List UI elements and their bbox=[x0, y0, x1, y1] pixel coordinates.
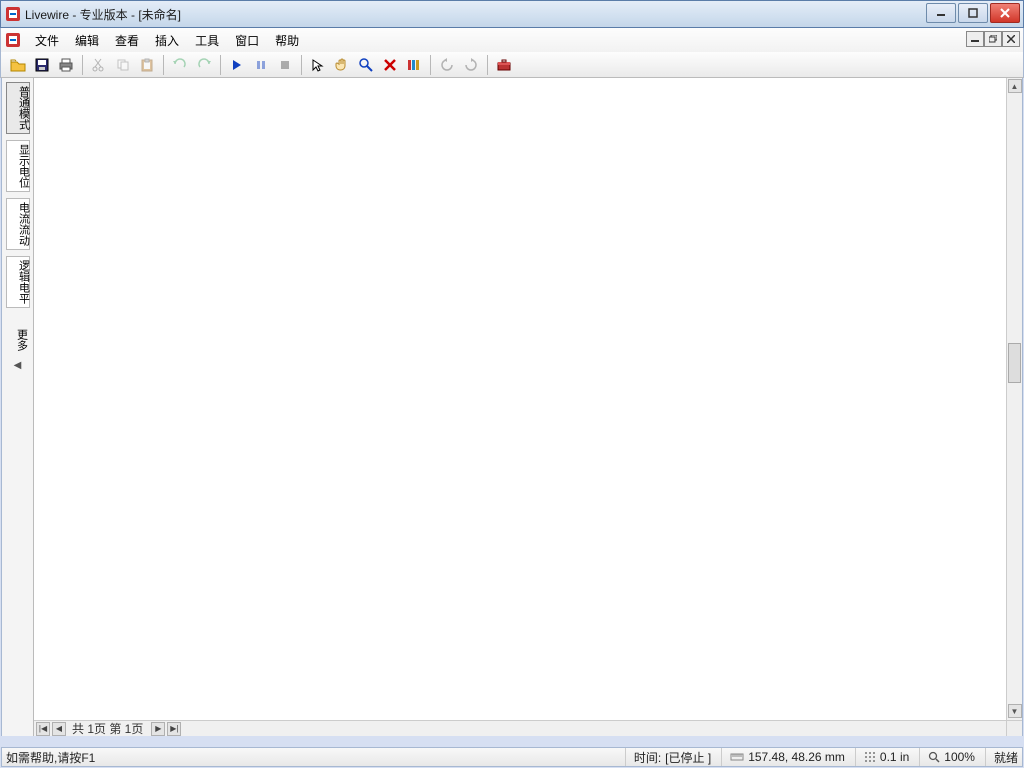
mdi-minimize-button[interactable] bbox=[966, 31, 984, 47]
menu-file[interactable]: 文件 bbox=[27, 30, 67, 51]
palette-voltage-mode[interactable]: 显示电位 bbox=[6, 140, 30, 192]
pointer-tool[interactable] bbox=[307, 54, 329, 76]
cut-button[interactable] bbox=[88, 54, 110, 76]
menu-insert[interactable]: 插入 bbox=[147, 30, 187, 51]
close-button[interactable] bbox=[990, 3, 1020, 23]
toolbar bbox=[0, 52, 1024, 78]
pan-tool[interactable] bbox=[331, 54, 353, 76]
scroll-thumb[interactable] bbox=[1008, 343, 1021, 383]
next-page-button[interactable]: ▶ bbox=[151, 722, 165, 736]
horizontal-scrollbar[interactable]: |◀ ◀ 共 1页 第 1页 ▶ ▶| bbox=[34, 720, 1006, 736]
ruler-icon bbox=[730, 751, 744, 763]
paste-button[interactable] bbox=[136, 54, 158, 76]
scroll-up-arrow[interactable]: ▲ bbox=[1008, 79, 1022, 93]
status-zoom-value: 100% bbox=[944, 750, 975, 764]
statusbar: 如需帮助,请按F1 时间: [已停止 ] 157.48, 48.26 mm 0.… bbox=[1, 747, 1023, 767]
prev-page-button[interactable]: ◀ bbox=[52, 722, 66, 736]
copy-button[interactable] bbox=[112, 54, 134, 76]
menu-help[interactable]: 帮助 bbox=[267, 30, 307, 51]
status-time: 时间: [已停止 ] bbox=[625, 748, 711, 766]
menu-view[interactable]: 查看 bbox=[107, 30, 147, 51]
redo-button[interactable] bbox=[193, 54, 215, 76]
palette-logic-mode[interactable]: 逻辑电平 bbox=[6, 256, 30, 308]
print-button[interactable] bbox=[55, 54, 77, 76]
status-grid: 0.1 in bbox=[855, 748, 909, 766]
status-time-label: 时间: bbox=[634, 749, 661, 766]
menu-edit[interactable]: 编辑 bbox=[67, 30, 107, 51]
mdi-close-button[interactable] bbox=[1002, 31, 1020, 47]
mode-palette: 普通模式 显示电位 电流流动 逻辑电平 更多 ◀ bbox=[2, 78, 34, 736]
status-grid-value: 0.1 in bbox=[880, 750, 909, 764]
zoom-tool[interactable] bbox=[355, 54, 377, 76]
window-title: Livewire - 专业版本 - [未命名] bbox=[25, 6, 1023, 23]
menu-window[interactable]: 窗口 bbox=[227, 30, 267, 51]
canvas-area: ▲ ▼ |◀ ◀ 共 1页 第 1页 ▶ ▶| bbox=[34, 78, 1022, 736]
rotate-left-button[interactable] bbox=[436, 54, 458, 76]
window-titlebar: Livewire - 专业版本 - [未命名] bbox=[0, 0, 1024, 28]
mdi-restore-button[interactable] bbox=[984, 31, 1002, 47]
toolbar-separator bbox=[301, 55, 302, 75]
doc-app-icon bbox=[5, 32, 21, 48]
palette-expand-arrow[interactable]: ◀ bbox=[14, 360, 22, 371]
rotate-right-button[interactable] bbox=[460, 54, 482, 76]
stop-button[interactable] bbox=[274, 54, 296, 76]
toolbar-separator bbox=[430, 55, 431, 75]
magnifier-icon bbox=[928, 751, 940, 763]
status-ready: 就绪 bbox=[985, 748, 1018, 766]
pause-button[interactable] bbox=[250, 54, 272, 76]
open-button[interactable] bbox=[7, 54, 29, 76]
play-button[interactable] bbox=[226, 54, 248, 76]
scroll-down-arrow[interactable]: ▼ bbox=[1008, 704, 1022, 718]
menu-tool[interactable]: 工具 bbox=[187, 30, 227, 51]
toolbar-separator bbox=[163, 55, 164, 75]
workarea: 普通模式 显示电位 电流流动 逻辑电平 更多 ◀ ▲ ▼ |◀ ◀ 共 1页 第… bbox=[1, 78, 1023, 736]
status-coords: 157.48, 48.26 mm bbox=[721, 748, 845, 766]
status-hint: 如需帮助,请按F1 bbox=[6, 748, 95, 766]
scrollbar-corner bbox=[1006, 720, 1022, 736]
last-page-button[interactable]: ▶| bbox=[167, 722, 181, 736]
toolbar-separator bbox=[82, 55, 83, 75]
delete-tool[interactable] bbox=[379, 54, 401, 76]
vertical-scrollbar[interactable]: ▲ ▼ bbox=[1006, 78, 1022, 720]
first-page-button[interactable]: |◀ bbox=[36, 722, 50, 736]
grid-icon bbox=[864, 751, 876, 763]
undo-button[interactable] bbox=[169, 54, 191, 76]
menubar: 文件 编辑 查看 插入 工具 窗口 帮助 bbox=[0, 28, 1024, 52]
library-button[interactable] bbox=[403, 54, 425, 76]
page-indicator: 共 1页 第 1页 bbox=[72, 720, 143, 737]
status-coords-value: 157.48, 48.26 mm bbox=[748, 750, 845, 764]
toolbar-separator bbox=[487, 55, 488, 75]
palette-normal-mode[interactable]: 普通模式 bbox=[6, 82, 30, 134]
maximize-button[interactable] bbox=[958, 3, 988, 23]
minimize-button[interactable] bbox=[926, 3, 956, 23]
status-zoom: 100% bbox=[919, 748, 975, 766]
status-time-state: [已停止 ] bbox=[665, 749, 711, 766]
palette-current-mode[interactable]: 电流流动 bbox=[6, 198, 30, 250]
toolbox-button[interactable] bbox=[493, 54, 515, 76]
design-canvas[interactable] bbox=[34, 78, 1006, 720]
palette-more[interactable]: 更多 bbox=[6, 326, 30, 354]
save-button[interactable] bbox=[31, 54, 53, 76]
toolbar-separator bbox=[220, 55, 221, 75]
app-icon bbox=[5, 6, 21, 22]
